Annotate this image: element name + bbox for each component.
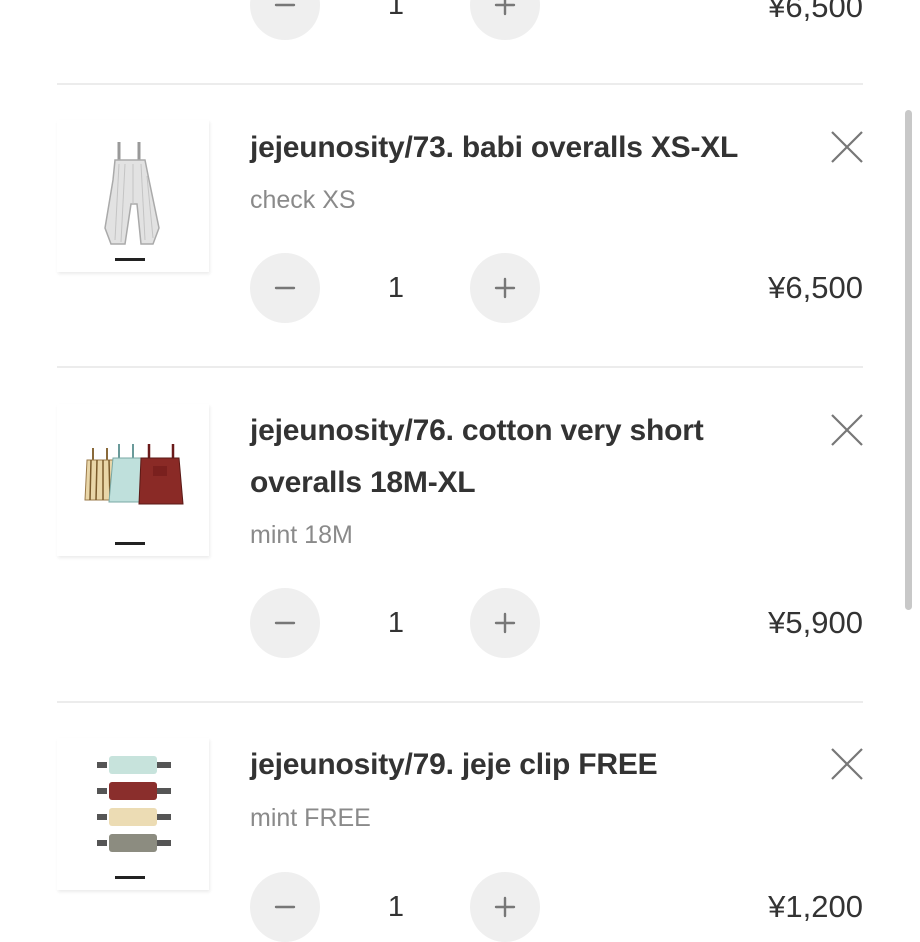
decrement-button[interactable] xyxy=(250,588,320,658)
item-variant: mint 18M xyxy=(250,521,353,549)
clips-image[interactable] xyxy=(57,738,209,890)
increment-button[interactable] xyxy=(470,0,540,40)
close-icon xyxy=(831,131,863,163)
quantity-value: 1 xyxy=(387,891,405,923)
overalls-illustration xyxy=(57,120,209,272)
divider xyxy=(57,366,863,368)
item-title[interactable]: jejeunosity/73. babi overalls XS-XL xyxy=(250,122,790,174)
increment-button[interactable] xyxy=(470,253,540,323)
plus-icon xyxy=(494,612,516,634)
plus-icon xyxy=(494,0,516,16)
minus-icon xyxy=(274,286,296,290)
divider xyxy=(57,83,863,85)
increment-button[interactable] xyxy=(470,872,540,942)
decrement-button[interactable] xyxy=(250,253,320,323)
short-overalls-illustration xyxy=(57,404,209,556)
short-overalls-image[interactable] xyxy=(57,404,209,556)
scrollbar[interactable] xyxy=(905,110,912,610)
item-variant: check XS xyxy=(250,186,356,214)
remove-button[interactable] xyxy=(828,128,866,166)
close-icon xyxy=(831,748,863,780)
quantity-value: 1 xyxy=(387,0,405,21)
plus-icon xyxy=(494,896,516,918)
overalls-image[interactable] xyxy=(57,120,209,272)
close-icon xyxy=(831,414,863,446)
quantity-value: 1 xyxy=(387,272,405,304)
minus-icon xyxy=(274,3,296,7)
remove-button[interactable] xyxy=(828,745,866,783)
divider xyxy=(57,701,863,703)
decrement-button[interactable] xyxy=(250,872,320,942)
item-variant: mint FREE xyxy=(250,804,371,832)
item-price: ¥6,500 xyxy=(768,0,863,24)
quantity-value: 1 xyxy=(387,607,405,639)
item-price: ¥6,500 xyxy=(768,270,863,305)
minus-icon xyxy=(274,905,296,909)
clips-illustration xyxy=(57,738,209,890)
item-title[interactable]: jejeunosity/76. cotton very short xyxy=(250,405,790,457)
item-title[interactable]: jejeunosity/79. jeje clip FREE xyxy=(250,739,790,791)
item-price: ¥5,900 xyxy=(768,605,863,640)
item-price: ¥1,200 xyxy=(768,889,863,924)
remove-button[interactable] xyxy=(828,411,866,449)
increment-button[interactable] xyxy=(470,588,540,658)
plus-icon xyxy=(494,277,516,299)
decrement-button[interactable] xyxy=(250,0,320,40)
minus-icon xyxy=(274,621,296,625)
item-title-line2[interactable]: overalls 18M-XL xyxy=(250,457,790,509)
